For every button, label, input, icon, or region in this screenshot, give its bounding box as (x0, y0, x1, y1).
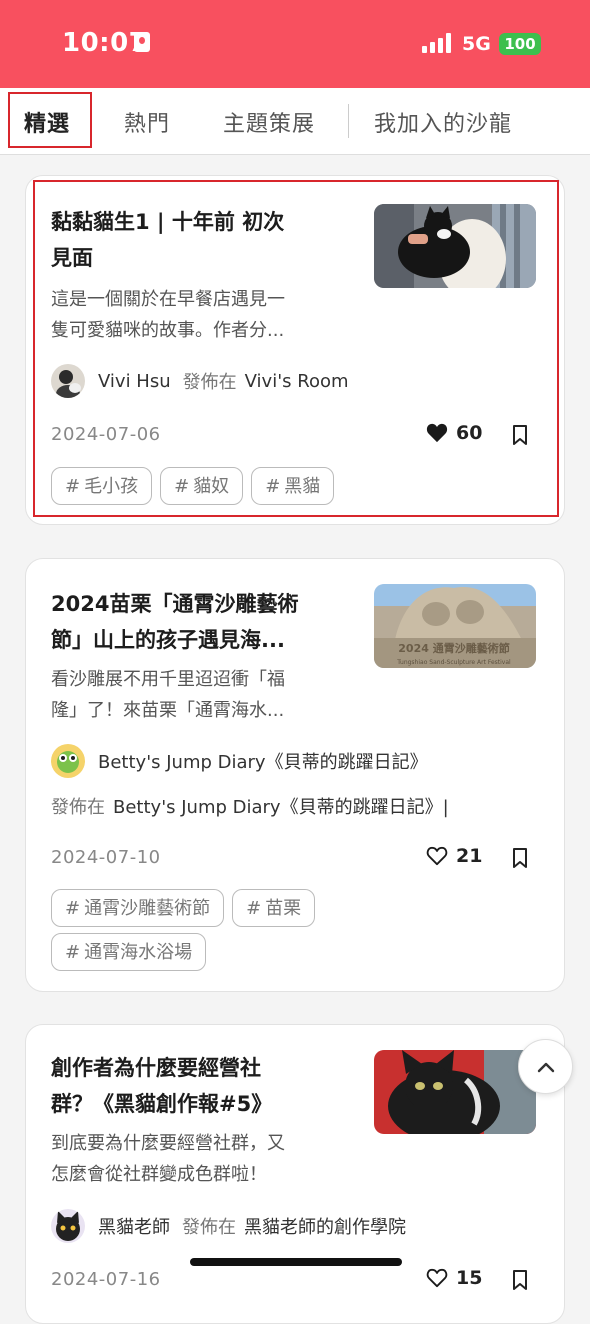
post-title[interactable]: 黏黏貓生1 | 十年前 初次 見面 (51, 204, 341, 276)
post-excerpt: 這是一個關於在早餐店遇見一 隻可愛貓咪的故事。作者分... (51, 284, 351, 346)
post-title-line: 創作者為什麼要經營社 (51, 1056, 261, 1080)
post-excerpt: 看沙雕展不用千里迢迢衝「福 隆」了！來苗栗「通霄海水... (51, 664, 351, 726)
tag-chip[interactable]: # 苗栗 (232, 889, 316, 927)
post-excerpt-line: 怎麼會從社群變成色群啦！ (51, 1164, 267, 1185)
post-date: 2024-07-10 (51, 847, 161, 868)
post-title-line: 節」山上的孩子遇見海... (51, 628, 285, 652)
thumb-title-text: 2024 通霄沙雕藝術節 (398, 641, 509, 655)
post-title-line: 2024苗栗「通霄沙雕藝術 (51, 592, 299, 616)
heart-filled-icon (426, 423, 448, 443)
chevron-up-icon (537, 1062, 554, 1072)
published-label: 發佈在 (182, 1217, 236, 1238)
post-excerpt-line: 隆」了！來苗栗「通霄海水... (51, 700, 285, 721)
tag-chip[interactable]: # 毛小孩 (51, 467, 153, 505)
like-button[interactable]: 21 (426, 845, 482, 867)
tab-joined-salons[interactable]: 我加入的沙龍 (374, 106, 512, 138)
tag-list: # 毛小孩 # 貓奴 # 黑貓 (51, 467, 531, 511)
bookmark-icon[interactable] (512, 848, 528, 872)
author-row: Vivi Hsu 發佈在 Vivi's Room (51, 363, 349, 399)
bookmark-icon[interactable] (512, 425, 528, 449)
tag-label: 通霄沙雕藝術節 (84, 898, 211, 919)
battery-icon: 100 (499, 33, 541, 55)
post-card[interactable]: 創作者為什麼要經營社 群？《黑貓創作報#5》 到底要為什麼要經營社群，又 怎麼會… (25, 1024, 565, 1324)
like-button[interactable]: 15 (426, 1267, 482, 1289)
post-excerpt: 到底要為什麼要經營社群，又 怎麼會從社群變成色群啦！ (51, 1128, 351, 1190)
post-excerpt-line: 看沙雕展不用千里迢迢衝「福 (51, 669, 285, 690)
bookmark-icon[interactable] (512, 1270, 528, 1294)
home-indicator (190, 1258, 402, 1266)
post-thumbnail[interactable] (374, 204, 536, 288)
hash-symbol: # (174, 476, 190, 497)
salon-name[interactable]: 黑貓老師的創作學院 (244, 1213, 406, 1239)
hash-symbol: # (65, 476, 81, 497)
tag-chip[interactable]: # 貓奴 (160, 467, 244, 505)
hash-symbol: # (246, 898, 262, 919)
id-card-icon (134, 32, 150, 52)
post-thumbnail[interactable] (374, 1050, 536, 1134)
post-excerpt-line: 到底要為什麼要經營社群，又 (51, 1133, 285, 1154)
author-row: 黑貓老師 發佈在 黑貓老師的創作學院 (51, 1208, 406, 1244)
status-bar: 10:07 5G 100 (0, 0, 590, 88)
scroll-to-top-button[interactable] (518, 1039, 573, 1094)
post-date: 2024-07-06 (51, 424, 161, 445)
tag-label: 毛小孩 (84, 476, 139, 497)
post-thumbnail[interactable]: 2024 通霄沙雕藝術節 Tungshiao Sand-Sculpture Ar… (374, 584, 536, 668)
author-row: Betty's Jump Diary《貝蒂的跳躍日記》 (51, 743, 428, 779)
post-title[interactable]: 2024苗栗「通霄沙雕藝術 節」山上的孩子遇見海... (51, 586, 341, 658)
tag-list: # 通霄沙雕藝術節 # 苗栗 # 通霄海水浴場 (51, 889, 531, 977)
like-count: 60 (456, 422, 483, 444)
tag-label: 貓奴 (193, 476, 230, 497)
author-name[interactable]: Betty's Jump Diary《貝蒂的跳躍日記》 (98, 748, 428, 774)
like-button[interactable]: 60 (426, 422, 482, 444)
tag-label: 黑貓 (284, 476, 321, 497)
tag-label: 苗栗 (265, 898, 302, 919)
tab-popular[interactable]: 熱門 (124, 106, 170, 138)
post-title-line: 見面 (51, 246, 93, 270)
tag-chip[interactable]: # 通霄沙雕藝術節 (51, 889, 225, 927)
author-name[interactable]: 黑貓老師 (98, 1213, 170, 1239)
network-label: 5G (462, 33, 491, 55)
thumb-subtitle-text: Tungshiao Sand-Sculpture Art Festival (396, 659, 511, 666)
published-label: 發佈在 (51, 797, 105, 818)
post-title-line: 黏黏貓生1 | 十年前 初次 (51, 210, 285, 234)
avatar[interactable] (51, 744, 85, 778)
published-label: 發佈在 (182, 372, 237, 393)
tag-chip[interactable]: # 黑貓 (251, 467, 335, 505)
tab-featured[interactable]: 精選 (24, 106, 70, 138)
hash-symbol: # (265, 476, 281, 497)
hash-symbol: # (65, 898, 81, 919)
heart-outline-icon (426, 1268, 448, 1288)
heart-outline-icon (426, 846, 448, 866)
author-name[interactable]: Vivi Hsu (98, 371, 171, 392)
hash-symbol: # (65, 942, 81, 963)
tag-chip[interactable]: # 通霄海水浴場 (51, 933, 207, 971)
post-title[interactable]: 創作者為什麼要經營社 群？《黑貓創作報#5》 (51, 1050, 341, 1122)
avatar[interactable] (51, 1209, 85, 1243)
like-count: 21 (456, 845, 483, 867)
post-title-line: 群？《黑貓創作報#5》 (51, 1092, 273, 1116)
salon-name[interactable]: Vivi's Room (245, 371, 349, 392)
post-excerpt-line: 隻可愛貓咪的故事。作者分... (51, 320, 285, 341)
published-row: 發佈在 Betty's Jump Diary《貝蒂的跳躍日記》| (51, 788, 449, 824)
category-tabs: 精選 熱門 主題策展 我加入的沙龍 (0, 88, 590, 155)
tag-label: 通霄海水浴場 (84, 942, 193, 963)
salon-name[interactable]: Betty's Jump Diary《貝蒂的跳躍日記》| (113, 793, 449, 819)
avatar[interactable] (51, 364, 85, 398)
post-excerpt-line: 這是一個關於在早餐店遇見一 (51, 289, 285, 310)
post-card[interactable]: 黏黏貓生1 | 十年前 初次 見面 這是一個關於在早餐店遇見一 隻可愛貓咪的故事… (25, 175, 565, 525)
signal-icon (422, 33, 454, 53)
tab-curation[interactable]: 主題策展 (223, 106, 315, 138)
post-card[interactable]: 2024苗栗「通霄沙雕藝術 節」山上的孩子遇見海... 2024 通霄沙雕藝術節… (25, 558, 565, 992)
like-count: 15 (456, 1267, 483, 1289)
tab-divider (348, 104, 349, 138)
